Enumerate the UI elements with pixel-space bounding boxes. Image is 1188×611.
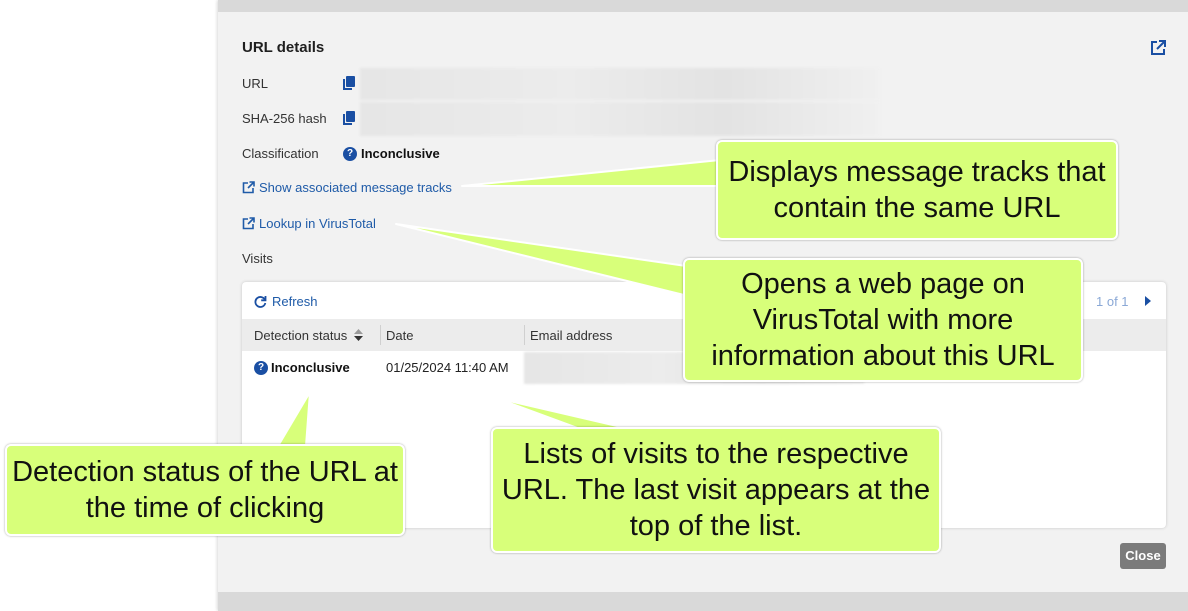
callout-detection-status: Detection status of the URL at the time … <box>5 444 405 536</box>
callout-virustotal: Opens a web page on VirusTotal with more… <box>683 258 1083 382</box>
callout-message-tracks: Displays message tracks that contain the… <box>716 140 1118 240</box>
callout-visits: Lists of visits to the respective URL. T… <box>491 427 941 553</box>
